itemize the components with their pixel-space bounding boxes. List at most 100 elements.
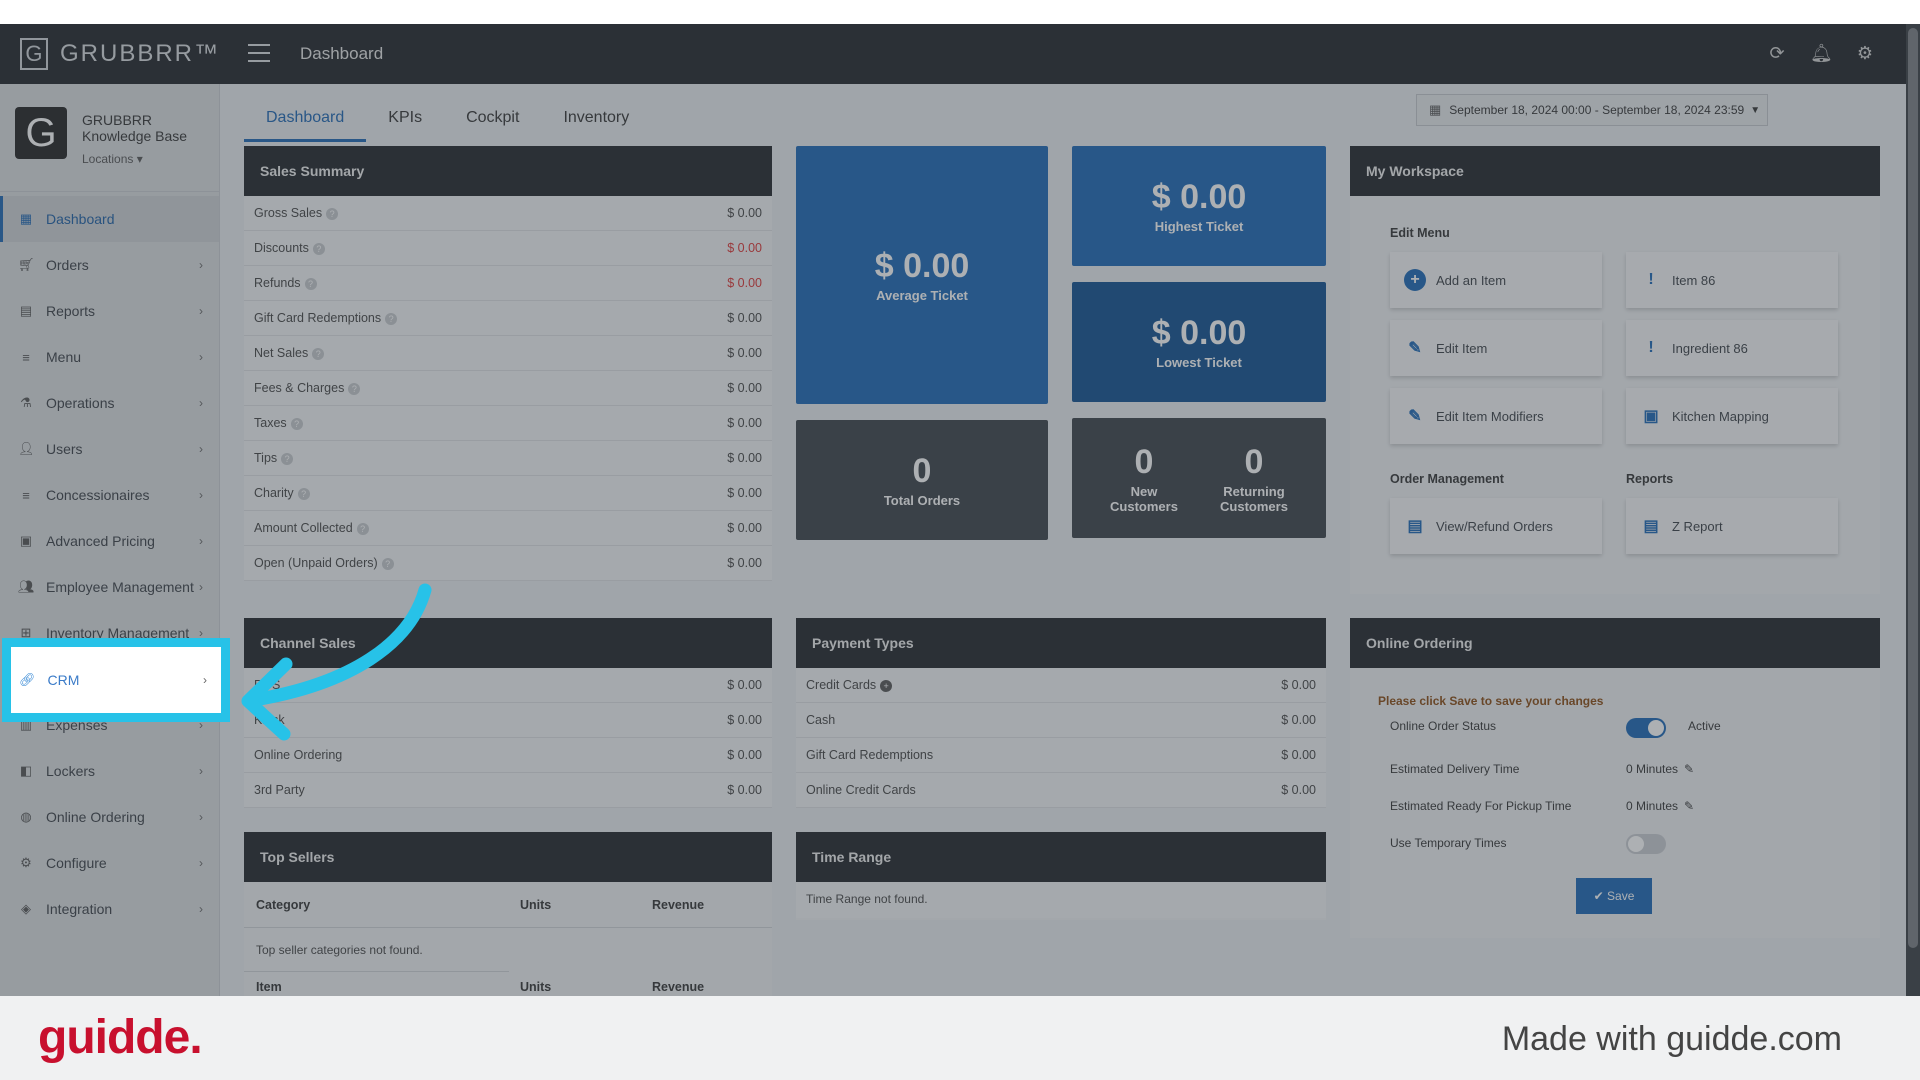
sidebar-item-dashboard[interactable]: ▦ Dashboard: [0, 196, 219, 242]
table-row: Refunds? $ 0.00: [244, 266, 772, 301]
row-label-wrap: Gift Card Redemptions?: [254, 311, 398, 325]
pickup-time-field[interactable]: 0 Minutes ✎: [1626, 799, 1694, 813]
sidebar-item-operations[interactable]: ⚗ Operations ›: [0, 380, 219, 426]
report-icon: ▤: [19, 303, 33, 318]
returning-customers-label: Returning Customers: [1220, 483, 1288, 514]
date-range-picker[interactable]: ▦ September 18, 2024 00:00 - September 1…: [1416, 94, 1768, 126]
column-header-category: Category: [256, 898, 311, 912]
help-icon[interactable]: ?: [381, 558, 394, 570]
help-icon[interactable]: ?: [385, 313, 398, 325]
chevron-right-icon: ›: [199, 442, 203, 456]
guidde-footer: guidde. Made with guidde.com: [0, 996, 1920, 1080]
sidebar-item-concessionaires[interactable]: ≡ Concessionaires ›: [0, 472, 219, 518]
sidebar-item-label: Advanced Pricing: [46, 533, 155, 549]
bell-icon[interactable]: 🔔︎: [1810, 42, 1833, 64]
edit-modifiers-button[interactable]: ✎ Edit Item Modifiers: [1390, 388, 1602, 444]
brand-logo[interactable]: G GRUBBRR™: [0, 24, 220, 84]
order-status-toggle[interactable]: [1626, 718, 1666, 738]
tab-kpis[interactable]: KPIs: [366, 100, 444, 142]
lowest-ticket-label: Lowest Ticket: [1156, 355, 1242, 370]
sales-summary-title: Sales Summary: [244, 146, 772, 196]
help-icon[interactable]: ?: [312, 348, 325, 360]
column-header-units: Units: [520, 898, 552, 912]
help-icon[interactable]: ?: [356, 523, 369, 535]
row-value: $ 0.00: [727, 486, 762, 500]
returning-customers-value: 0: [1244, 442, 1264, 481]
hamburger-menu-icon[interactable]: [248, 44, 270, 62]
pencil-icon: ✎: [1408, 340, 1422, 357]
help-icon[interactable]: ?: [281, 453, 294, 465]
edit-menu-label: Edit Menu: [1390, 226, 1450, 240]
plus-circle-icon[interactable]: +: [880, 680, 893, 692]
temporary-times-toggle[interactable]: [1626, 834, 1666, 854]
gear-icon[interactable]: ⚙: [1854, 42, 1876, 64]
table-row: Charity? $ 0.00: [244, 476, 772, 511]
edit-item-button[interactable]: ✎ Edit Item: [1390, 320, 1602, 376]
pencil-icon[interactable]: ✎: [1684, 799, 1694, 813]
row-value: $ 0.00: [727, 783, 762, 797]
sidebar-item-configure[interactable]: ⚙ Configure ›: [0, 840, 219, 886]
globe-icon: ◍: [20, 809, 32, 824]
view-refund-orders-button[interactable]: ▤ View/Refund Orders: [1390, 498, 1602, 554]
chevron-right-icon: ›: [199, 810, 203, 824]
users-icon: 👥︎: [18, 579, 35, 594]
avatar: G: [15, 107, 67, 159]
ingredient86-button[interactable]: ! Ingredient 86: [1626, 320, 1838, 376]
sidebar-item-integration[interactable]: ◈ Integration ›: [0, 886, 219, 932]
help-icon[interactable]: ?: [348, 383, 361, 395]
item86-button[interactable]: ! Item 86: [1626, 252, 1838, 308]
sidebar-item-label: Orders: [46, 257, 89, 273]
sidebar-item-advanced-pricing[interactable]: ▣ Advanced Pricing ›: [0, 518, 219, 564]
locations-dropdown[interactable]: Locations ▾: [82, 152, 143, 166]
row-label: Refunds: [254, 276, 301, 290]
scrollbar-thumb[interactable]: [1908, 28, 1918, 948]
sidebar-item-employee-management[interactable]: 👥︎ Employee Management ›: [0, 564, 219, 610]
user-add-icon: 👤︎: [18, 441, 35, 456]
sidebar-item-reports[interactable]: ▤ Reports ›: [0, 288, 219, 334]
sidebar-item-online-ordering[interactable]: ◍ Online Ordering ›: [0, 794, 219, 840]
tab-inventory[interactable]: Inventory: [541, 100, 651, 142]
sidebar-item-crm-highlighted[interactable]: 🔗︎ CRM ›: [2, 638, 230, 722]
scrollbar[interactable]: [1906, 24, 1920, 996]
help-icon[interactable]: ?: [290, 418, 303, 430]
z-report-button[interactable]: ▤ Z Report: [1626, 498, 1838, 554]
help-icon[interactable]: ?: [326, 208, 339, 220]
time-range-panel: Time Range Time Range not found.: [796, 832, 1326, 920]
row-label: Gross Sales: [254, 206, 323, 220]
row-label: Gift Card Redemptions: [254, 311, 382, 325]
table-row: Fees & Charges? $ 0.00: [244, 371, 772, 406]
table-row: Gift Card Redemptions? $ 0.00: [244, 301, 772, 336]
pencil-icon: ✎: [1408, 408, 1422, 425]
top-sellers-header: Category Units Revenue: [244, 882, 772, 928]
help-icon[interactable]: ?: [297, 488, 310, 500]
save-button[interactable]: ✔ Save: [1576, 878, 1652, 914]
reports-label: Reports: [1626, 472, 1674, 486]
payment-types-panel: Payment Types Credit Cards + $ 0.00 Cash $ 0…: [796, 618, 1326, 808]
tab-dashboard[interactable]: Dashboard: [244, 100, 367, 142]
sidebar-item-users[interactable]: 👤︎ Users ›: [0, 426, 219, 472]
pencil-icon[interactable]: ✎: [1684, 762, 1694, 776]
refresh-icon[interactable]: ⟳: [1766, 42, 1788, 64]
sidebar-item-orders[interactable]: 🛒︎ Orders ›: [0, 242, 219, 288]
chevron-right-icon: ›: [199, 258, 203, 272]
row-label-wrap: Credit Cards +: [806, 678, 893, 692]
row-label: Fees & Charges: [254, 381, 345, 395]
time-range-title: Time Range: [796, 832, 1326, 882]
help-icon[interactable]: ?: [312, 243, 325, 255]
add-item-button[interactable]: + Add an Item: [1390, 252, 1602, 308]
delivery-time-field[interactable]: 0 Minutes ✎: [1626, 762, 1694, 776]
kitchen-mapping-button[interactable]: ▣ Kitchen Mapping: [1626, 388, 1838, 444]
column-header-revenue: Revenue: [652, 980, 705, 994]
row-value: $ 0.00: [1281, 678, 1316, 692]
highest-ticket-label: Highest Ticket: [1154, 219, 1244, 234]
row-value: $ 0.00: [1281, 783, 1316, 797]
sidebar-item-lockers[interactable]: ◧ Lockers ›: [0, 748, 219, 794]
row-label-wrap: Tips?: [254, 451, 294, 465]
sidebar-item-menu[interactable]: ≡ Menu ›: [0, 334, 219, 380]
row-label: Online Credit Cards: [806, 783, 916, 797]
help-icon[interactable]: ?: [304, 278, 317, 290]
kitchen-icon: ▣: [1643, 408, 1659, 425]
made-with-text: Made with guidde.com: [1501, 1020, 1842, 1058]
tab-cockpit[interactable]: Cockpit: [444, 100, 541, 142]
chevron-right-icon: ›: [199, 396, 203, 410]
